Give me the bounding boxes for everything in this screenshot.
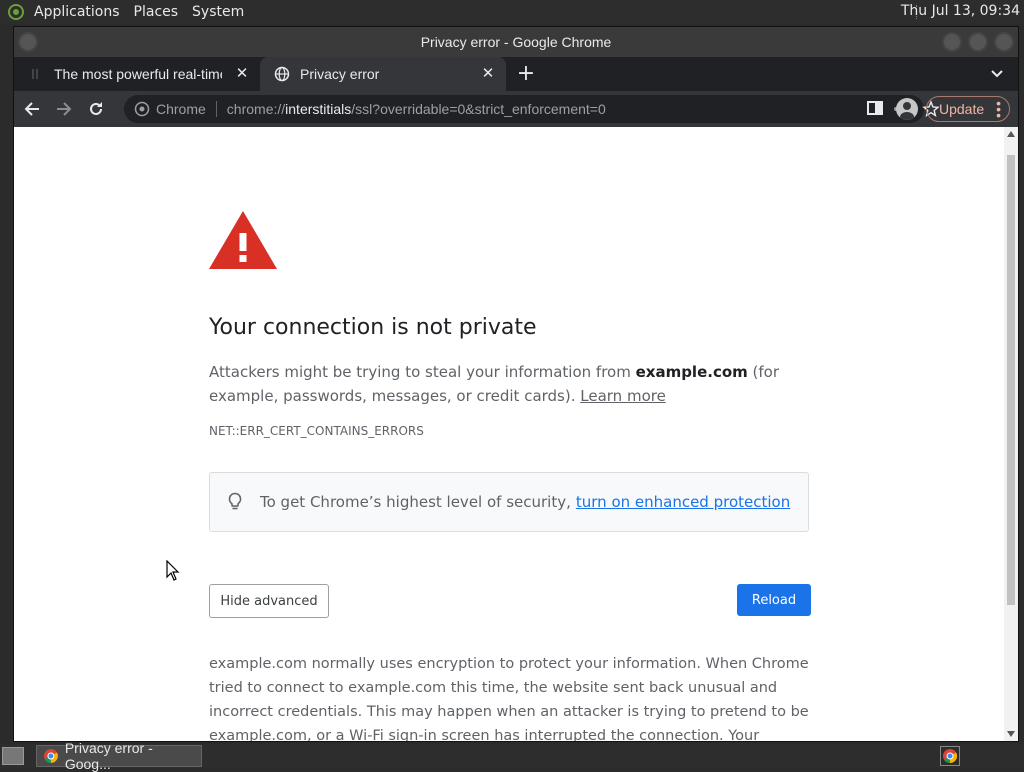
url-host: interstitials — [285, 101, 352, 117]
window-title: Privacy error - Google Chrome — [420, 34, 612, 50]
chrome-chip[interactable]: Chrome — [134, 101, 206, 117]
reload-icon[interactable] — [82, 95, 110, 123]
address-bar[interactable]: Chrome chrome://interstitials/ssl?overri… — [124, 95, 940, 123]
close-window-button[interactable] — [994, 32, 1014, 52]
explanation-text: Attackers might be trying to steal your … — [209, 360, 811, 408]
chrome-window: Privacy error - Google Chrome The most p… — [13, 26, 1019, 742]
tab-label: The most powerful real-time — [54, 66, 222, 82]
error-code[interactable]: NET::ERR_CERT_CONTAINS_ERRORS — [209, 424, 811, 438]
menu-system[interactable]: System — [192, 4, 252, 20]
minimize-button[interactable] — [942, 32, 962, 52]
omnibox-divider — [215, 101, 217, 117]
page-title: Your connection is not private — [209, 315, 537, 340]
tab-strip: The most powerful real-time ✕ Privacy er… — [14, 57, 1018, 91]
scroll-up-icon[interactable] — [1007, 131, 1015, 137]
chrome-logo-icon — [134, 101, 150, 117]
maximize-button[interactable] — [968, 32, 988, 52]
close-tab-icon[interactable]: ✕ — [480, 66, 496, 82]
clock[interactable]: Thu Jul 13, 09:34 — [901, 3, 1020, 19]
menu-applications[interactable]: Applications — [34, 4, 128, 20]
explanation-host: example.com — [635, 363, 748, 381]
url-text[interactable]: chrome://interstitials/ssl?overridable=0… — [227, 101, 606, 117]
scroll-down-icon[interactable] — [1007, 731, 1015, 737]
button-row: Hide advanced Reload — [209, 584, 811, 618]
new-tab-button[interactable]: + — [512, 60, 540, 88]
task-label: Privacy error - Goog... — [64, 740, 153, 772]
menu-places[interactable]: Places — [134, 4, 187, 20]
tab-privacy-error[interactable]: Privacy error ✕ — [260, 57, 506, 91]
taskbar: Privacy error - Goog... — [0, 740, 1024, 772]
explanation-part: Attackers might be trying to steal your … — [209, 363, 636, 381]
update-label: Update — [939, 101, 985, 117]
chrome-logo-icon — [43, 749, 58, 763]
tab-realtime[interactable]: The most powerful real-time ✕ — [14, 57, 260, 91]
more-menu-icon[interactable]: • • • — [996, 96, 1001, 122]
url-scheme: chrome:// — [226, 101, 286, 117]
window-titlebar[interactable]: Privacy error - Google Chrome — [14, 27, 1018, 57]
tray-chrome-icon[interactable] — [940, 746, 960, 766]
chip-label: Chrome — [156, 101, 206, 117]
profile-avatar-icon[interactable] — [896, 98, 918, 120]
enhanced-protection-link[interactable]: turn on enhanced protection — [576, 493, 790, 511]
learn-more-link[interactable]: Learn more — [580, 387, 666, 405]
tab-search-chevron-icon[interactable] — [988, 65, 1006, 83]
enhanced-text: To get Chrome’s highest level of securit… — [260, 493, 571, 511]
mouse-cursor-icon — [166, 560, 180, 581]
top-panel: Applications Places System Thu Jul 13, 0… — [0, 0, 1024, 24]
interstitial-container: Your connection is not private Attackers… — [209, 211, 811, 741]
back-button[interactable] — [18, 95, 46, 123]
hide-advanced-button[interactable]: Hide advanced — [209, 584, 329, 618]
scrollbar-thumb[interactable] — [1007, 155, 1015, 605]
distro-logo-icon[interactable] — [6, 2, 26, 22]
forward-button[interactable] — [50, 95, 78, 123]
url-path: /ssl?overridable=0&strict_enforcement=0 — [351, 101, 606, 117]
warning-triangle-icon — [209, 211, 277, 269]
vertical-scrollbar[interactable] — [1004, 127, 1018, 741]
advanced-details-text: example.com normally uses encryption to … — [209, 656, 809, 741]
window-menu-button[interactable] — [18, 32, 38, 52]
taskbar-chrome-window[interactable]: Privacy error - Goog... — [36, 740, 202, 772]
page-content: Your connection is not private Attackers… — [14, 127, 1018, 741]
enhanced-protection-box: To get Chrome’s highest level of securit… — [209, 472, 809, 532]
tab-label: Privacy error — [300, 66, 380, 82]
globe-icon — [274, 66, 290, 82]
lightbulb-icon — [228, 492, 242, 510]
close-tab-icon[interactable]: ✕ — [234, 66, 250, 82]
side-panel-icon[interactable] — [866, 99, 884, 121]
update-button[interactable]: Update • • • — [926, 96, 1010, 122]
toolbar: Chrome chrome://interstitials/ssl?overri… — [14, 91, 1018, 127]
show-desktop-icon[interactable] — [2, 747, 24, 765]
tab-favicon — [28, 66, 44, 82]
reload-button[interactable]: Reload — [737, 584, 811, 616]
